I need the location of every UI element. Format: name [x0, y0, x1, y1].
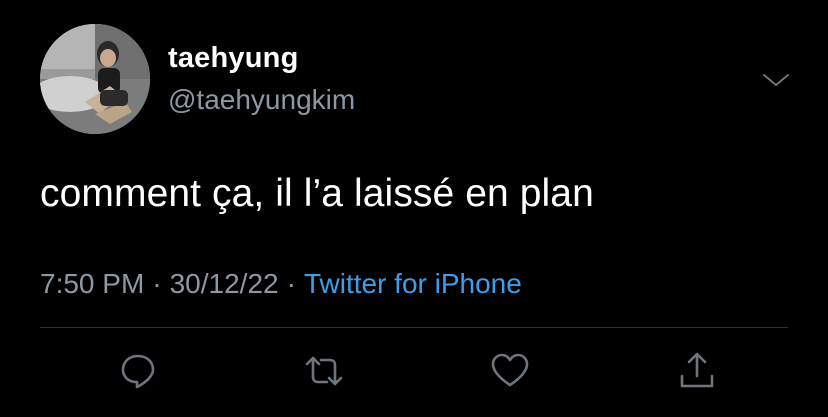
- chevron-down-icon[interactable]: [760, 64, 792, 96]
- avatar-photo: [40, 24, 150, 134]
- meta-separator: ·: [286, 268, 296, 299]
- tweet-time[interactable]: 7:50 PM: [40, 268, 144, 299]
- share-upload-icon: [680, 352, 714, 388]
- heart-icon: [491, 353, 529, 387]
- tweet-card: taehyung @taehyungkim comment ça, il l’a…: [0, 0, 828, 417]
- comment-bubble-icon: [121, 354, 155, 389]
- tweet-date[interactable]: 30/12/22: [170, 268, 279, 299]
- retweet-icon: [305, 356, 343, 386]
- user-handle[interactable]: @taehyungkim: [168, 84, 355, 116]
- retweet-button[interactable]: [303, 350, 345, 392]
- tweet-text: comment ça, il l’a laissé en plan: [40, 172, 594, 215]
- tweet-source-link[interactable]: Twitter for iPhone: [304, 268, 522, 299]
- like-button[interactable]: [489, 350, 531, 392]
- reply-button[interactable]: [117, 350, 159, 392]
- avatar[interactable]: [40, 24, 150, 134]
- divider: [40, 327, 788, 328]
- share-button[interactable]: [676, 350, 718, 392]
- meta-separator: ·: [152, 268, 162, 299]
- display-name[interactable]: taehyung: [168, 42, 299, 75]
- tweet-meta: 7:50 PM · 30/12/22 · Twitter for iPhone: [40, 268, 522, 300]
